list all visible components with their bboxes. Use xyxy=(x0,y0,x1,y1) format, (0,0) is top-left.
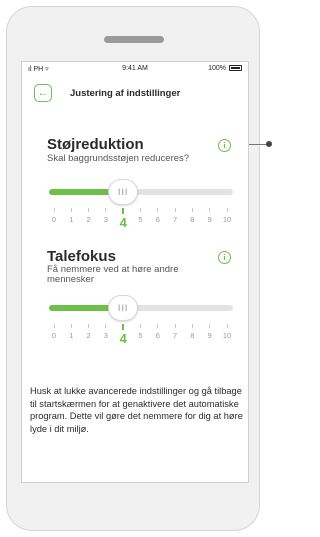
slider-handle[interactable]: III xyxy=(108,295,139,321)
tick-9: 9 xyxy=(202,324,218,340)
tick-mark xyxy=(174,324,176,328)
tick-5: 5 xyxy=(133,208,149,224)
tick-7: 7 xyxy=(167,324,183,340)
speech-focus-subtitle: Få nemmere ved at høre andre mennesker xyxy=(47,264,179,285)
speech-focus-slider[interactable]: III 0 1 2 3 4 5 6 7 8 9 10 xyxy=(22,292,248,352)
tick-mark xyxy=(140,324,141,328)
tick-2: 2 xyxy=(81,208,97,224)
tick-8: 8 xyxy=(184,324,200,340)
info-footer-text: Husk at lukke avancerede indstillinger o… xyxy=(30,386,243,434)
tick-label: 7 xyxy=(173,331,178,340)
tick-label: 9 xyxy=(207,215,212,224)
tick-mark xyxy=(70,208,72,212)
tick-label: 4 xyxy=(119,331,127,346)
tick-mark xyxy=(191,324,193,328)
tick-mark xyxy=(157,208,159,212)
tick-label: 7 xyxy=(173,215,178,224)
tick-mark xyxy=(209,208,211,212)
tick-label: 2 xyxy=(86,331,91,340)
tick-label: 3 xyxy=(103,215,108,224)
tick-2: 2 xyxy=(81,324,97,340)
tick-4: 4 xyxy=(115,208,131,230)
tick-mark xyxy=(105,324,107,328)
tick-label: 3 xyxy=(103,331,108,340)
tick-label: 4 xyxy=(119,215,127,230)
tick-label: 6 xyxy=(155,215,160,224)
tick-0: 0 xyxy=(46,208,62,224)
tick-mark xyxy=(105,208,107,212)
tick-mark xyxy=(140,208,141,212)
tick-mark xyxy=(191,208,193,212)
tick-mark xyxy=(226,208,228,212)
tick-mark xyxy=(53,208,55,212)
noise-reduction-subtitle: Skal baggrundsstøjen reduceres? xyxy=(47,153,190,164)
back-button[interactable]: ← xyxy=(34,84,52,102)
tick-mark xyxy=(174,208,176,212)
tick-3: 3 xyxy=(98,324,114,340)
noise-reduction-title: Støjreduktion xyxy=(47,136,144,153)
tick-label: 8 xyxy=(190,215,195,224)
noise-reduction-slider[interactable]: III 0 1 2 3 4 5 6 7 8 9 10 xyxy=(22,176,248,236)
tick-9: 9 xyxy=(202,208,218,224)
tick-label: 1 xyxy=(69,215,74,224)
slider-handle[interactable]: III xyxy=(108,179,139,205)
tick-10: 10 xyxy=(219,324,235,340)
phone-speaker xyxy=(104,36,164,43)
tick-mark xyxy=(70,324,72,328)
tick-4: 4 xyxy=(115,324,131,346)
tick-6: 6 xyxy=(150,208,166,224)
status-bar: ıl PH ▿ 9:41 AM 100% xyxy=(22,62,248,76)
slider-scale: 0 1 2 3 4 5 6 7 8 9 10 xyxy=(22,324,248,354)
tick-mark xyxy=(88,324,90,328)
tick-label: 5 xyxy=(138,331,143,340)
tick-1: 1 xyxy=(63,208,79,224)
tick-mark xyxy=(226,324,228,328)
tick-8: 8 xyxy=(184,208,200,224)
tick-6: 6 xyxy=(150,324,166,340)
tick-label: 1 xyxy=(69,331,74,340)
slider-scale: 0 1 2 3 4 5 6 7 8 9 10 xyxy=(22,208,248,238)
tick-mark xyxy=(157,324,159,328)
tick-label: 10 xyxy=(222,215,232,224)
tick-label: 9 xyxy=(207,331,212,340)
tick-label: 0 xyxy=(51,331,57,340)
tick-label: 6 xyxy=(155,331,160,340)
tick-mark xyxy=(53,324,55,328)
tick-mark xyxy=(122,324,124,330)
callout-dot xyxy=(266,141,272,147)
battery-icon xyxy=(229,65,242,71)
tick-mark xyxy=(209,324,211,328)
tick-7: 7 xyxy=(167,208,183,224)
tick-1: 1 xyxy=(63,324,79,340)
tick-mark xyxy=(88,208,90,212)
page-title: Justering af indstillinger xyxy=(70,88,181,99)
tick-0: 0 xyxy=(46,324,62,340)
noise-reduction-info-icon[interactable]: i xyxy=(218,139,231,152)
back-arrow-icon: ← xyxy=(37,86,49,99)
tick-10: 10 xyxy=(219,208,235,224)
tick-label: 5 xyxy=(138,215,143,224)
tick-mark xyxy=(122,208,124,214)
tick-3: 3 xyxy=(98,208,114,224)
tick-5: 5 xyxy=(133,324,149,340)
app-screen: ıl PH ▿ 9:41 AM 100% ← Justering af inds… xyxy=(21,61,249,483)
speech-focus-title: Talefokus xyxy=(47,248,116,265)
battery-percent: 100% xyxy=(208,65,226,72)
tick-label: 0 xyxy=(51,215,57,224)
tick-label: 2 xyxy=(86,215,91,224)
tick-label: 8 xyxy=(190,331,195,340)
speech-focus-info-icon[interactable]: i xyxy=(218,251,231,264)
tick-label: 10 xyxy=(222,331,232,340)
